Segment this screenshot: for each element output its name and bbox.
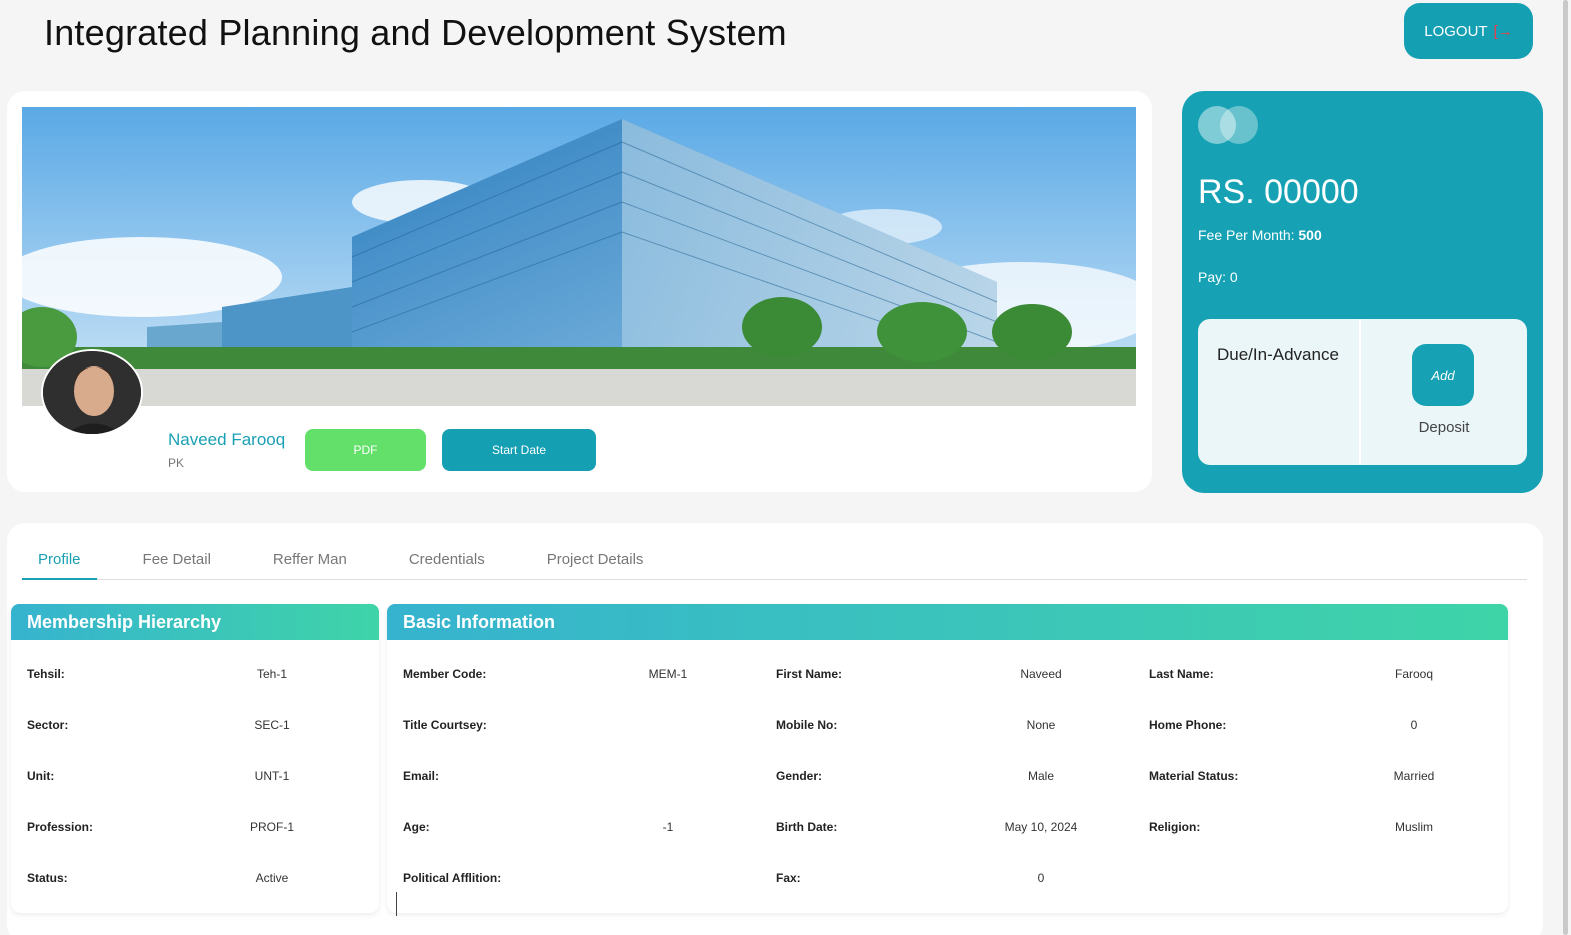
user-name: Naveed Farooq	[168, 430, 286, 449]
scrollbar-thumb[interactable]	[1563, 0, 1568, 935]
fee-per-month-label: Fee Per Month:	[1198, 227, 1295, 243]
due-box: Due/In-Advance Add Deposit	[1198, 319, 1527, 465]
pay-value: 0	[1229, 269, 1238, 285]
add-deposit-button[interactable]: Add	[1412, 344, 1474, 406]
row-label: Age:	[403, 820, 430, 834]
row-value: Muslim	[1395, 820, 1433, 834]
logout-label: LOGOUT	[1424, 22, 1488, 40]
row-label: Tehsil:	[27, 667, 65, 681]
text-cursor	[396, 892, 397, 916]
row-label: Religion:	[1149, 820, 1201, 834]
basic-info-panel: Basic Information	[387, 604, 1508, 913]
row-value: May 10, 2024	[1004, 820, 1078, 834]
row-value: None	[1026, 718, 1056, 732]
row-value: Active	[255, 871, 289, 885]
row-label: Last Name:	[1149, 667, 1214, 681]
banner-image	[22, 107, 1136, 406]
row-value: -1	[662, 820, 674, 834]
pdf-button[interactable]: PDF	[305, 429, 426, 471]
row-label: Gender:	[776, 769, 823, 783]
start-date-button[interactable]: Start Date	[442, 429, 596, 471]
fee-card: RS. 00000 Fee Per Month: 500 Pay: 0 Due/…	[1182, 91, 1543, 493]
tab-reffer-man[interactable]: Reffer Man	[273, 541, 347, 580]
membership-title: Membership Hierarchy	[11, 604, 379, 640]
row-label: Political Afflition:	[403, 871, 502, 885]
row-label: Email:	[403, 769, 440, 783]
tab-credentials[interactable]: Credentials	[409, 541, 485, 580]
row-label: Profession:	[27, 820, 94, 834]
row-label: Home Phone:	[1149, 718, 1227, 732]
user-country: PK	[168, 456, 185, 470]
row-value: Male	[1027, 769, 1054, 783]
card-logo-icon	[1198, 106, 1262, 146]
membership-panel: Membership Hierarchy	[11, 604, 379, 913]
row-label: Title Courtsey:	[403, 718, 487, 732]
row-value: Married	[1393, 769, 1435, 783]
balance-amount: RS. 00000	[1198, 173, 1359, 211]
row-value: MEM-1	[648, 667, 688, 681]
row-value: PROF-1	[249, 820, 294, 834]
row-label: First Name:	[776, 667, 843, 681]
row-label: Member Code:	[403, 667, 487, 681]
row-label: Unit:	[27, 769, 55, 783]
row-value: 0	[1410, 718, 1418, 732]
tab-bar: Profile Fee Detail Reffer Man Credential…	[22, 541, 1527, 580]
due-label: Due/In-Advance	[1198, 319, 1361, 465]
row-label: Mobile No:	[776, 718, 838, 732]
row-label: Status:	[27, 871, 68, 885]
tab-profile[interactable]: Profile	[22, 541, 97, 580]
row-label: Fax:	[776, 871, 801, 885]
fee-per-month-value: 500	[1298, 227, 1322, 243]
row-value: Teh-1	[256, 667, 288, 681]
row-value: 0	[1037, 871, 1045, 885]
basic-info-title: Basic Information	[387, 604, 1508, 640]
row-label: Material Status:	[1149, 769, 1239, 783]
row-value: SEC-1	[254, 718, 290, 732]
row-value: Farooq	[1394, 667, 1434, 681]
tab-project-details[interactable]: Project Details	[547, 541, 644, 580]
logout-icon: [→	[1493, 22, 1513, 40]
deposit-section: Add Deposit	[1361, 319, 1527, 465]
scrollbar[interactable]	[1560, 0, 1571, 935]
row-label: Sector:	[27, 718, 69, 732]
row-value: UNT-1	[254, 769, 290, 783]
pay: Pay: 0	[1198, 269, 1238, 285]
row-label: Birth Date:	[776, 820, 838, 834]
tab-fee-detail[interactable]: Fee Detail	[143, 541, 211, 580]
pay-label: Pay:	[1198, 269, 1227, 285]
logout-button[interactable]: LOGOUT [→	[1404, 3, 1533, 59]
avatar	[41, 349, 143, 436]
row-value: Naveed	[1020, 667, 1062, 681]
deposit-label: Deposit	[1418, 419, 1470, 436]
app-title: Integrated Planning and Development Syst…	[44, 12, 787, 53]
profile-card: Naveed Farooq PK PDF Start Date	[7, 91, 1152, 492]
fee-per-month: Fee Per Month: 500	[1198, 227, 1322, 243]
